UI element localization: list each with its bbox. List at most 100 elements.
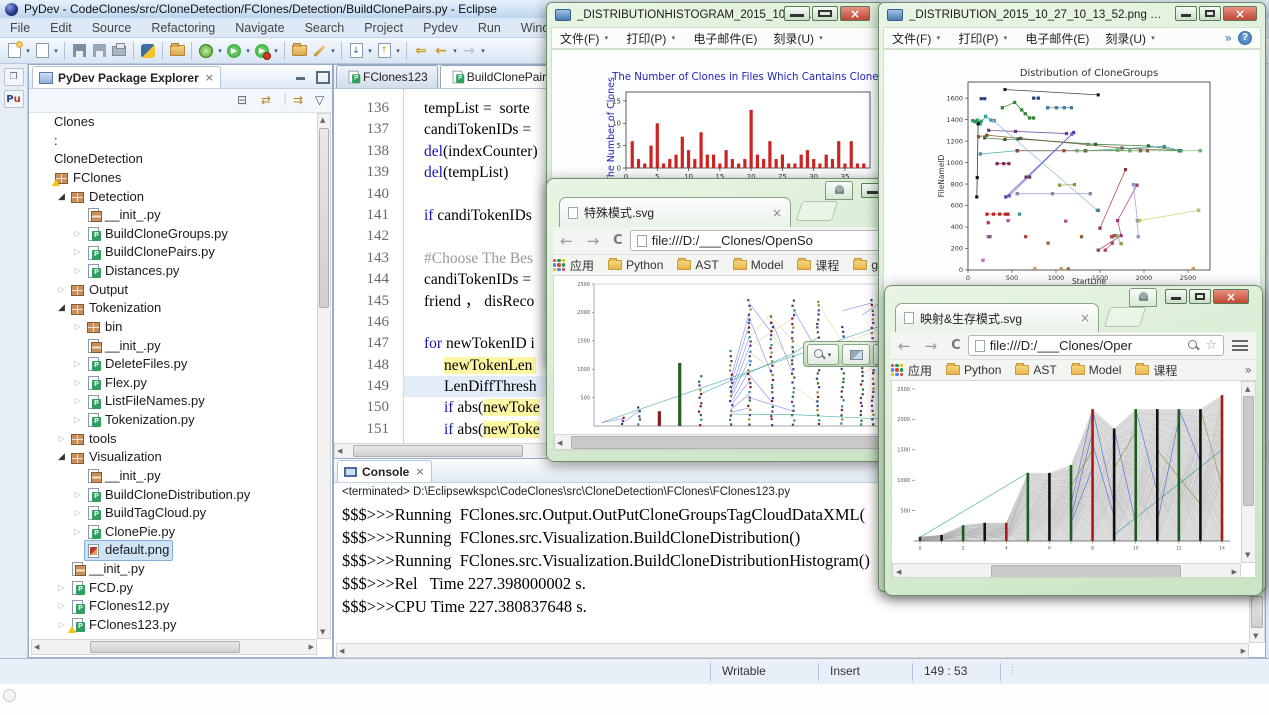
minimize-button[interactable] <box>784 6 810 21</box>
python-interpreter-button[interactable] <box>139 42 157 60</box>
bookmark-4[interactable]: 课程 <box>1135 362 1177 379</box>
tree-item-tools[interactable]: ▷tools <box>31 430 317 449</box>
tree-collapsed-icon[interactable]: ▷ <box>71 392 84 411</box>
debug-dropdown[interactable]: ▾ <box>216 47 224 55</box>
menu-overflow-icon[interactable]: » <box>1219 31 1238 45</box>
tree-item-tokenization-py[interactable]: ▷Tokenization.py <box>31 411 317 430</box>
forward-icon[interactable]: → <box>580 232 607 250</box>
save-all-button[interactable] <box>90 42 108 60</box>
new-wizard-button[interactable] <box>5 42 23 60</box>
tree-item-default-png[interactable]: default.png <box>31 541 317 560</box>
bookmark-0[interactable]: 应用 <box>891 362 932 379</box>
tree-item---init--py[interactable]: __init_.py <box>31 560 317 579</box>
forward-button[interactable]: → <box>460 42 478 60</box>
tree-item-tokenization[interactable]: ◢Tokenization <box>31 299 317 318</box>
console-hscrollbar[interactable]: ◀ ▶ <box>336 643 1249 658</box>
editor-tab-buildclonepairs[interactable]: BuildClonePair <box>440 65 556 88</box>
tree-item-deletefiles-py[interactable]: ▷DeleteFiles.py <box>31 355 317 374</box>
tree-item-visualization[interactable]: ◢Visualization <box>31 448 317 467</box>
search-icon[interactable] <box>1187 339 1200 352</box>
back-icon[interactable]: ← <box>891 337 918 355</box>
actual-size-button[interactable] <box>842 344 870 365</box>
restore-view-button[interactable]: ❐ <box>4 68 24 86</box>
tree-collapsed-icon[interactable]: ▷ <box>71 225 84 244</box>
link-with-editor-button[interactable]: ⇄ <box>261 93 271 107</box>
minimize-button[interactable] <box>1175 6 1197 21</box>
run-button[interactable]: ▶ <box>225 42 243 60</box>
chrome1-hscrollbar[interactable]: ◀ <box>554 434 899 450</box>
close-tab-icon[interactable]: × <box>762 206 782 220</box>
tree-item-fclones123-py[interactable]: ▷FClones123.py <box>31 616 317 635</box>
package-explorer-vscrollbar[interactable]: ▲▼ <box>317 113 331 639</box>
forward-icon[interactable]: → <box>918 337 945 355</box>
back-icon[interactable]: ← <box>553 232 580 250</box>
menu-refactoring[interactable]: Refactoring <box>141 19 225 37</box>
tree-collapsed-icon[interactable]: ▷ <box>55 616 68 635</box>
maximize-button[interactable] <box>812 6 838 21</box>
bookmark-2[interactable]: AST <box>677 258 718 272</box>
tree-item-fcd-py[interactable]: ▷FCD.py <box>31 579 317 598</box>
tree-item-clonepie-py[interactable]: ▷ClonePie.py <box>31 523 317 542</box>
restore-button[interactable] <box>1199 6 1221 21</box>
chrome2-hscrollbar[interactable]: ◀▶ <box>892 563 1241 578</box>
open-resource-button[interactable] <box>290 42 308 60</box>
tree-item-fclones[interactable]: FClones <box>31 169 317 188</box>
chrome2-tab[interactable]: 映射&生存模式.svg × <box>895 303 1099 332</box>
viewer-menu-3[interactable]: 刻录(U)▾ <box>765 30 833 47</box>
run-dropdown[interactable]: ▾ <box>244 47 252 55</box>
menu-icon[interactable] <box>1232 340 1248 351</box>
close-console-icon[interactable]: × <box>415 465 424 478</box>
back-button[interactable]: ← <box>432 42 450 60</box>
menu-pydev[interactable]: Pydev <box>413 19 468 37</box>
tree-item-buildclonepairs-py[interactable]: ▷BuildClonePairs.py <box>31 243 317 262</box>
new-module-dropdown[interactable]: ▾ <box>52 47 60 55</box>
tree-item-buildclonegroups-py[interactable]: ▷BuildCloneGroups.py <box>31 225 317 244</box>
package-explorer-hscrollbar[interactable]: ◀▶ <box>31 639 317 655</box>
tree-item-fclones12-py[interactable]: ▷FClones12.py <box>31 597 317 616</box>
package-explorer-tab[interactable]: PyDev Package Explorer × <box>32 66 221 88</box>
viewer-menu-2[interactable]: 电子邮件(E) <box>1017 30 1097 47</box>
minimize-button[interactable] <box>1165 289 1187 304</box>
previous-annotation-dropdown[interactable]: ▾ <box>394 47 402 55</box>
open-element-button[interactable] <box>168 42 186 60</box>
tree-item-clones[interactable]: Clones <box>31 113 317 132</box>
new-tab-button[interactable] <box>796 201 838 221</box>
new-wizard-dropdown[interactable]: ▾ <box>24 47 32 55</box>
save-button[interactable] <box>70 42 88 60</box>
zoom-button[interactable]: ▾ <box>807 344 839 365</box>
menu-search[interactable]: Search <box>295 19 355 37</box>
coverage-dropdown[interactable]: ▾ <box>272 47 280 55</box>
debug-button[interactable] <box>197 42 215 60</box>
tree-item---init--py[interactable]: __init_.py <box>31 206 317 225</box>
tree-collapsed-icon[interactable]: ▷ <box>71 523 84 542</box>
viewer-menu-0[interactable]: 文件(F)▾ <box>552 30 618 47</box>
tree-item-listfilenames-py[interactable]: ▷ListFileNames.py <box>31 392 317 411</box>
tree-item--[interactable]: : <box>31 132 317 151</box>
viewer-menu-1[interactable]: 打印(P)▾ <box>950 30 1017 47</box>
tree-item-bin[interactable]: ▷bin <box>31 318 317 337</box>
tree-item-distances-py[interactable]: ▷Distances.py <box>31 262 317 281</box>
viewer-menu-0[interactable]: 文件(F)▾ <box>884 30 950 47</box>
menu-run[interactable]: Run <box>468 19 511 37</box>
tree-collapsed-icon[interactable]: ▷ <box>71 243 84 262</box>
help-icon[interactable]: ? <box>1238 31 1252 45</box>
bookmark-2[interactable]: AST <box>1015 363 1056 377</box>
menu-source[interactable]: Source <box>82 19 142 37</box>
viewer-menu-1[interactable]: 打印(P)▾ <box>618 30 685 47</box>
chrome1-address-bar[interactable]: file:///D:/___Clones/OpenSo <box>630 230 899 251</box>
tree-collapsed-icon[interactable]: ▷ <box>55 597 68 616</box>
external-tools-button[interactable] <box>310 42 328 60</box>
bookmark-3[interactable]: Model <box>1071 363 1122 377</box>
tree-collapsed-icon[interactable]: ▷ <box>55 579 68 598</box>
forward-dropdown[interactable]: ▾ <box>479 47 487 55</box>
bookmark-1[interactable]: Python <box>946 363 1001 377</box>
collapse-all-button[interactable]: ⊟ <box>237 93 247 107</box>
pydev-perspective-button[interactable]: Pu <box>4 90 24 108</box>
reload-icon[interactable]: C <box>606 233 630 248</box>
editor-tab-fclones123[interactable]: FClones123 <box>336 65 438 88</box>
tree-expanded-icon[interactable]: ◢ <box>55 448 68 467</box>
tree-item-detection[interactable]: ◢Detection <box>31 188 317 207</box>
previous-annotation-button[interactable]: ↑ <box>375 42 393 60</box>
external-tools-dropdown[interactable]: ▾ <box>329 47 337 55</box>
tree-item---init--py[interactable]: __init_.py <box>31 337 317 356</box>
